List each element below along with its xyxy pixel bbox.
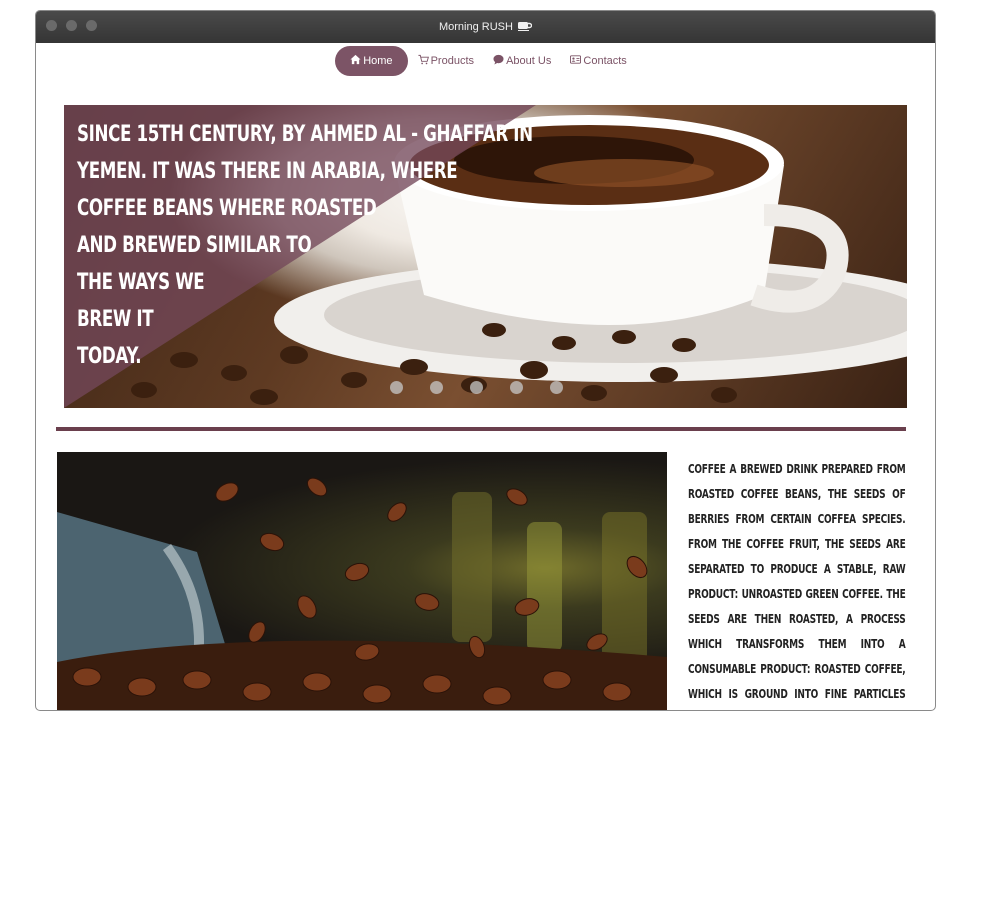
hero-caption-line: Yemen. It was there in Arabia, where [77,159,458,184]
hero-carousel[interactable]: Since 15th century, by Ahmed al - Ghaffa… [64,105,907,408]
browser-window: Morning RUSH Home Products About Us Cont… [35,10,936,711]
window-title-text: Morning RUSH [438,21,513,33]
nav-contacts[interactable]: Contacts [561,46,635,76]
nav-home[interactable]: Home [335,46,408,76]
chat-bubble-icon [493,54,504,65]
title-bar: Morning RUSH [36,11,935,43]
coffee-cup-icon [518,22,533,31]
nav-contacts-label: Contacts [583,55,627,67]
nav-products-label: Products [430,55,475,67]
article-text: Coffee a brewed drink prepared from roas… [688,462,906,701]
cart-icon [418,54,429,65]
hero-caption-line: the ways we [77,270,205,295]
window-title: Morning RUSH [36,11,935,43]
carousel-indicator-1[interactable] [390,381,403,394]
nav-products[interactable]: Products [409,46,483,76]
carousel-indicator-3[interactable] [470,381,483,394]
coffee-beans-illustration [57,477,667,710]
carousel-indicator-2[interactable] [430,381,443,394]
section-divider [56,427,906,431]
nav-about-us-label: About Us [506,55,552,67]
nav-home-label: Home [363,55,393,67]
home-icon [350,54,361,65]
hero-caption-line: and brewed similar to [77,233,312,258]
nav-about-us[interactable]: About Us [484,46,560,76]
carousel-indicator-5[interactable] [550,381,563,394]
hero-caption: Since 15th century, by Ahmed al - Ghaffa… [77,116,533,375]
coffee-beans-photo [57,452,667,710]
hero-caption-line: today. [77,344,142,369]
hero-caption-line: coffee beans where roasted [77,196,377,221]
main-nav: Home Products About Us Contacts [36,46,935,78]
address-card-icon [570,55,582,64]
hero-caption-line: Since 15th century, by Ahmed al - Ghaffa… [77,122,533,147]
about-coffee-article: Coffee a brewed drink prepared from roas… [688,457,906,710]
hero-caption-line: brew it [77,307,154,332]
carousel-indicator-4[interactable] [510,381,523,394]
